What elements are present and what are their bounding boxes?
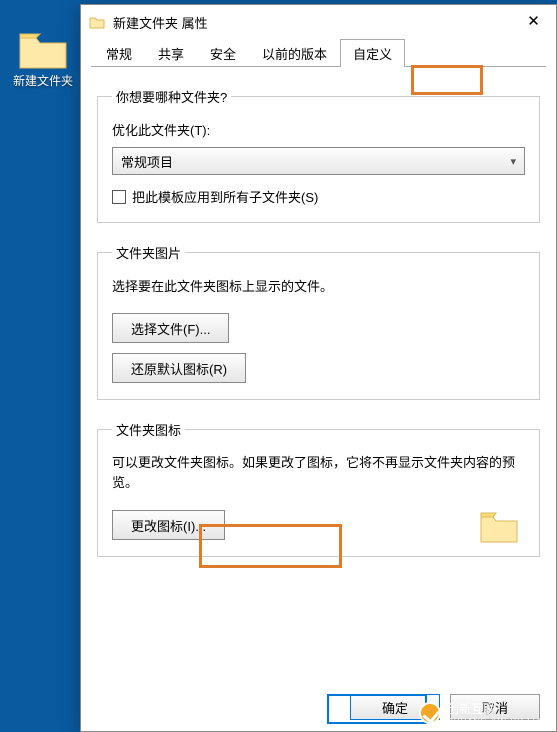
optimize-value: 常规项目	[121, 152, 173, 171]
optimize-select[interactable]: 常规项目 ▾	[112, 147, 525, 175]
tab-customize[interactable]: 自定义	[340, 39, 405, 67]
tabs: 常规 共享 安全 以前的版本 自定义	[81, 39, 556, 67]
apply-to-children-checkbox[interactable]: 把此模板应用到所有子文件夹(S)	[112, 187, 525, 206]
properties-dialog: 新建文件夹 属性 ✕ 常规 共享 安全 以前的版本 自定义 你想要哪种文件夹? …	[80, 4, 557, 732]
desktop-folder-label: 新建文件夹	[8, 72, 78, 89]
group-folder-picture: 文件夹图片 选择要在此文件夹图标上显示的文件。 选择文件(F)... 还原默认图…	[97, 243, 540, 400]
apply-to-children-label: 把此模板应用到所有子文件夹(S)	[132, 187, 318, 206]
watermark: 创新互联 CHUANG XIN HU LIAN	[419, 700, 549, 726]
choose-file-button[interactable]: 选择文件(F)...	[112, 313, 229, 343]
desktop: 新建文件夹 新建文件夹 属性 ✕ 常规 共享 安全 以前的版本 自定义 你想要哪…	[0, 0, 557, 732]
dialog-title: 新建文件夹 属性	[113, 13, 511, 32]
group-folder-kind-legend: 你想要哪种文件夹?	[112, 87, 231, 106]
brand-logo-icon	[419, 702, 441, 724]
tab-security[interactable]: 安全	[197, 39, 249, 67]
chevron-down-icon: ▾	[510, 155, 516, 168]
annotation-highlight	[411, 65, 483, 95]
restore-default-button[interactable]: 还原默认图标(R)	[112, 353, 246, 383]
group-folder-icon-legend: 文件夹图标	[112, 420, 185, 439]
brand-sub: CHUANG XIN HU LIAN	[447, 717, 549, 726]
folder-picture-desc: 选择要在此文件夹图标上显示的文件。	[112, 276, 525, 295]
tab-sharing[interactable]: 共享	[145, 39, 197, 67]
desktop-folder-icon[interactable]: 新建文件夹	[8, 30, 78, 89]
annotation-highlight	[327, 694, 427, 724]
dialog-body: 你想要哪种文件夹? 优化此文件夹(T): 常规项目 ▾ 把此模板应用到所有子文件…	[81, 67, 556, 683]
brand-name: 创新互联	[447, 700, 549, 717]
checkbox-icon	[112, 190, 126, 204]
folder-icon-desc: 可以更改文件夹图标。如果更改了图标，它将不再显示文件夹内容的预览。	[112, 453, 525, 492]
annotation-highlight	[199, 524, 342, 568]
close-icon[interactable]: ✕	[511, 6, 556, 38]
folder-icon	[18, 30, 68, 70]
group-folder-kind: 你想要哪种文件夹? 优化此文件夹(T): 常规项目 ▾ 把此模板应用到所有子文件…	[97, 87, 540, 223]
tab-previous-versions[interactable]: 以前的版本	[249, 39, 340, 67]
folder-icon-preview	[479, 510, 519, 544]
optimize-label: 优化此文件夹(T):	[112, 120, 525, 139]
titlebar: 新建文件夹 属性 ✕	[81, 5, 556, 39]
folder-icon	[89, 14, 105, 30]
group-folder-picture-legend: 文件夹图片	[112, 243, 185, 262]
tab-general[interactable]: 常规	[93, 39, 145, 67]
